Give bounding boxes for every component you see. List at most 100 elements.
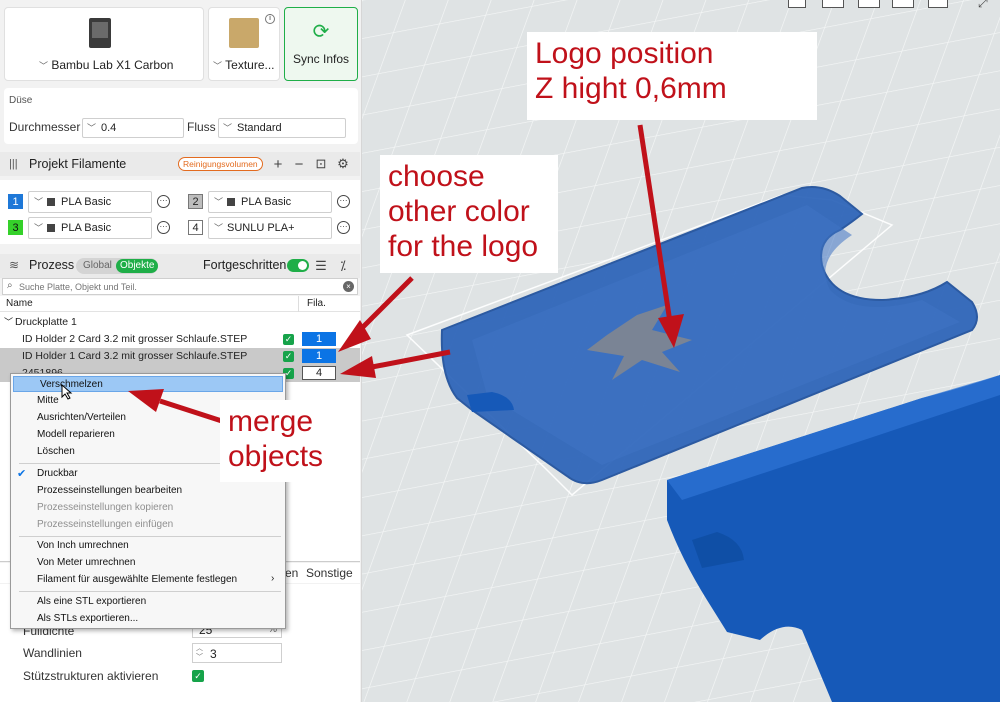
sync-filament-icon[interactable]: ⊡: [313, 156, 329, 172]
filament-name-3: PLA Basic: [61, 222, 112, 234]
printable-checkbox[interactable]: ✓: [283, 334, 294, 345]
sync-icon: ⟳: [312, 21, 330, 43]
filament-select-2[interactable]: ﹀ PLA Basic: [208, 191, 332, 213]
walls-stepper[interactable]: ︿ ﹀ 3: [192, 643, 282, 663]
remove-filament-icon[interactable]: −: [291, 156, 307, 173]
filament-select-1[interactable]: ﹀ PLA Basic: [28, 191, 152, 213]
object-name: ID Holder 2 Card 3.2 mit grosser Schlauf…: [22, 333, 248, 345]
filament-name-2: PLA Basic: [241, 196, 292, 208]
filament-slot-2[interactable]: 2: [188, 194, 203, 209]
menu-item-copy-process[interactable]: Prozesseinstellungen kopieren: [11, 500, 285, 516]
walls-label: Wandlinien: [23, 646, 82, 660]
tree-row[interactable]: ID Holder 2 Card 3.2 mit grosser Schlauf…: [0, 331, 360, 348]
global-objects-toggle[interactable]: Global Objekte: [76, 258, 159, 274]
tab-sonstige[interactable]: Sonstige: [306, 566, 353, 580]
filament-settings-gear-icon[interactable]: ⚙: [335, 156, 351, 172]
supports-checkbox[interactable]: ✓: [192, 670, 204, 682]
filament-select-3[interactable]: ﹀ PLA Basic: [28, 217, 152, 239]
sync-label: Sync Infos: [292, 52, 350, 66]
flow-label: Fluss: [187, 120, 216, 134]
printer-select[interactable]: ﹀ Bambu Lab X1 Carbon: [39, 58, 173, 72]
plate-name: Texture...: [225, 58, 275, 72]
collapse-chevron-icon[interactable]: ﹀: [4, 314, 13, 331]
annotation-merge-line1: merge: [228, 405, 314, 438]
objects-tab[interactable]: Objekte: [116, 259, 159, 273]
filament-slot-4[interactable]: 4: [188, 220, 203, 235]
filament-name-4: SUNLU PLA+: [227, 222, 295, 234]
plate-texture-icon: [229, 18, 259, 48]
tree-plate-row[interactable]: ﹀ Druckplatte 1: [0, 314, 360, 331]
global-tab[interactable]: Global: [83, 260, 112, 271]
filament-slot-3[interactable]: 3: [8, 220, 23, 235]
menu-item-export-stls[interactable]: Als STLs exportieren...: [11, 611, 285, 627]
walls-value: 3: [210, 647, 217, 661]
flow-value: Standard: [237, 122, 282, 134]
process-title: Prozess: [29, 258, 75, 272]
tree-col-name[interactable]: Name: [6, 298, 33, 309]
search-input[interactable]: [19, 280, 339, 293]
menu-separator: [19, 536, 281, 537]
annotation-color-line1: choose: [388, 160, 485, 193]
menu-item-export-one-stl[interactable]: Als eine STL exportieren: [11, 594, 285, 610]
mouse-cursor-icon: [61, 384, 73, 400]
nozzle-card: Düse Durchmesser ﹀ 0.4 Fluss ﹀ Standard: [4, 88, 358, 144]
annotation-color-line3: for the logo: [388, 230, 539, 263]
search-clear-icon[interactable]: ×: [343, 281, 354, 292]
list-view-icon[interactable]: ☰: [313, 258, 329, 274]
filament-more-3-icon[interactable]: ···: [157, 221, 170, 234]
advanced-label: Fortgeschritten: [203, 258, 287, 272]
menu-item-edit-process[interactable]: Prozesseinstellungen bearbeiten: [11, 483, 285, 499]
filament-more-4-icon[interactable]: ···: [337, 221, 350, 234]
menu-item-merge[interactable]: Verschmelzen: [13, 376, 283, 392]
menu-item-from-meter[interactable]: Von Meter umrechnen: [11, 555, 285, 571]
annotation-color-line2: other color: [388, 195, 530, 228]
printable-checkbox[interactable]: ✓: [283, 351, 294, 362]
stepper-arrows-icon[interactable]: ︿ ﹀: [196, 644, 203, 662]
process-header: ≋ Prozess Global Objekte Fortgeschritten…: [0, 254, 360, 278]
left-panel: ﹀ Bambu Lab X1 Carbon i ﹀ Texture... ⟳ S…: [0, 0, 362, 702]
annotation-choose-color: choose other color for the logo: [380, 155, 558, 273]
tab-partial[interactable]: en: [285, 566, 298, 580]
nozzle-section-title: Düse: [9, 95, 33, 106]
annotation-logo-line2: Z hight 0,6mm: [535, 72, 727, 105]
printer-image-icon: [89, 18, 111, 48]
search-box[interactable]: ⌕ ×: [2, 278, 358, 295]
annotation-logo-position: Logo position Z hight 0,6mm: [527, 32, 817, 120]
object-name: ID Holder 1 Card 3.2 mit grosser Schlauf…: [22, 350, 248, 362]
purge-volume-button[interactable]: Reinigungsvolumen: [178, 157, 263, 171]
printer-name: Bambu Lab X1 Carbon: [51, 58, 174, 72]
info-icon[interactable]: i: [265, 14, 275, 24]
menu-item-paste-process[interactable]: Prozesseinstellungen einfügen: [11, 517, 285, 533]
plate-select[interactable]: ﹀ Texture...: [213, 58, 275, 72]
filament-name-1: PLA Basic: [61, 196, 112, 208]
menu-item-set-filament[interactable]: Filament für ausgewählte Elemente festle…: [11, 572, 285, 588]
supports-label: Stützstrukturen aktivieren: [23, 669, 159, 683]
filament-index-box[interactable]: 4: [302, 366, 336, 380]
flow-select[interactable]: ﹀ Standard: [218, 118, 346, 138]
process-layers-icon: ≋: [9, 258, 20, 272]
tree-row[interactable]: ID Holder 1 Card 3.2 mit grosser Schlauf…: [0, 348, 360, 365]
annotation-merge-objects: merge objects: [220, 400, 338, 482]
printer-card[interactable]: ﹀ Bambu Lab X1 Carbon: [4, 7, 204, 81]
filament-index-box[interactable]: 1: [302, 349, 336, 363]
filament-select-4[interactable]: ﹀ SUNLU PLA+: [208, 217, 332, 239]
filament-spool-icon: |||: [9, 158, 18, 170]
filament-more-2-icon[interactable]: ···: [337, 195, 350, 208]
advanced-toggle[interactable]: [287, 259, 309, 272]
filament-list: 1 ﹀ PLA Basic ··· 2 ﹀ PLA Basic ··· 3 ﹀ PLA…: [0, 180, 360, 244]
filament-slot-1[interactable]: 1: [8, 194, 23, 209]
filaments-header: ||| Projekt Filamente Reinigungsvolumen …: [0, 152, 360, 176]
add-filament-icon[interactable]: +: [270, 156, 286, 173]
sync-infos-button[interactable]: ⟳ Sync Infos: [284, 7, 358, 81]
tree-col-fila[interactable]: Fila.: [307, 298, 326, 309]
compare-settings-icon[interactable]: ⁒: [335, 258, 351, 274]
annotation-logo-line1: Logo position: [535, 37, 714, 70]
diameter-select[interactable]: ﹀ 0.4: [82, 118, 184, 138]
tree-header: Name Fila.: [0, 296, 360, 312]
submenu-arrow-icon: ›: [271, 573, 275, 584]
filament-more-1-icon[interactable]: ···: [157, 195, 170, 208]
filaments-title: Projekt Filamente: [29, 157, 127, 171]
filament-index-box[interactable]: 1: [302, 332, 336, 346]
plate-card[interactable]: i ﹀ Texture...: [208, 7, 280, 81]
menu-item-from-inch[interactable]: Von Inch umrechnen: [11, 538, 285, 554]
